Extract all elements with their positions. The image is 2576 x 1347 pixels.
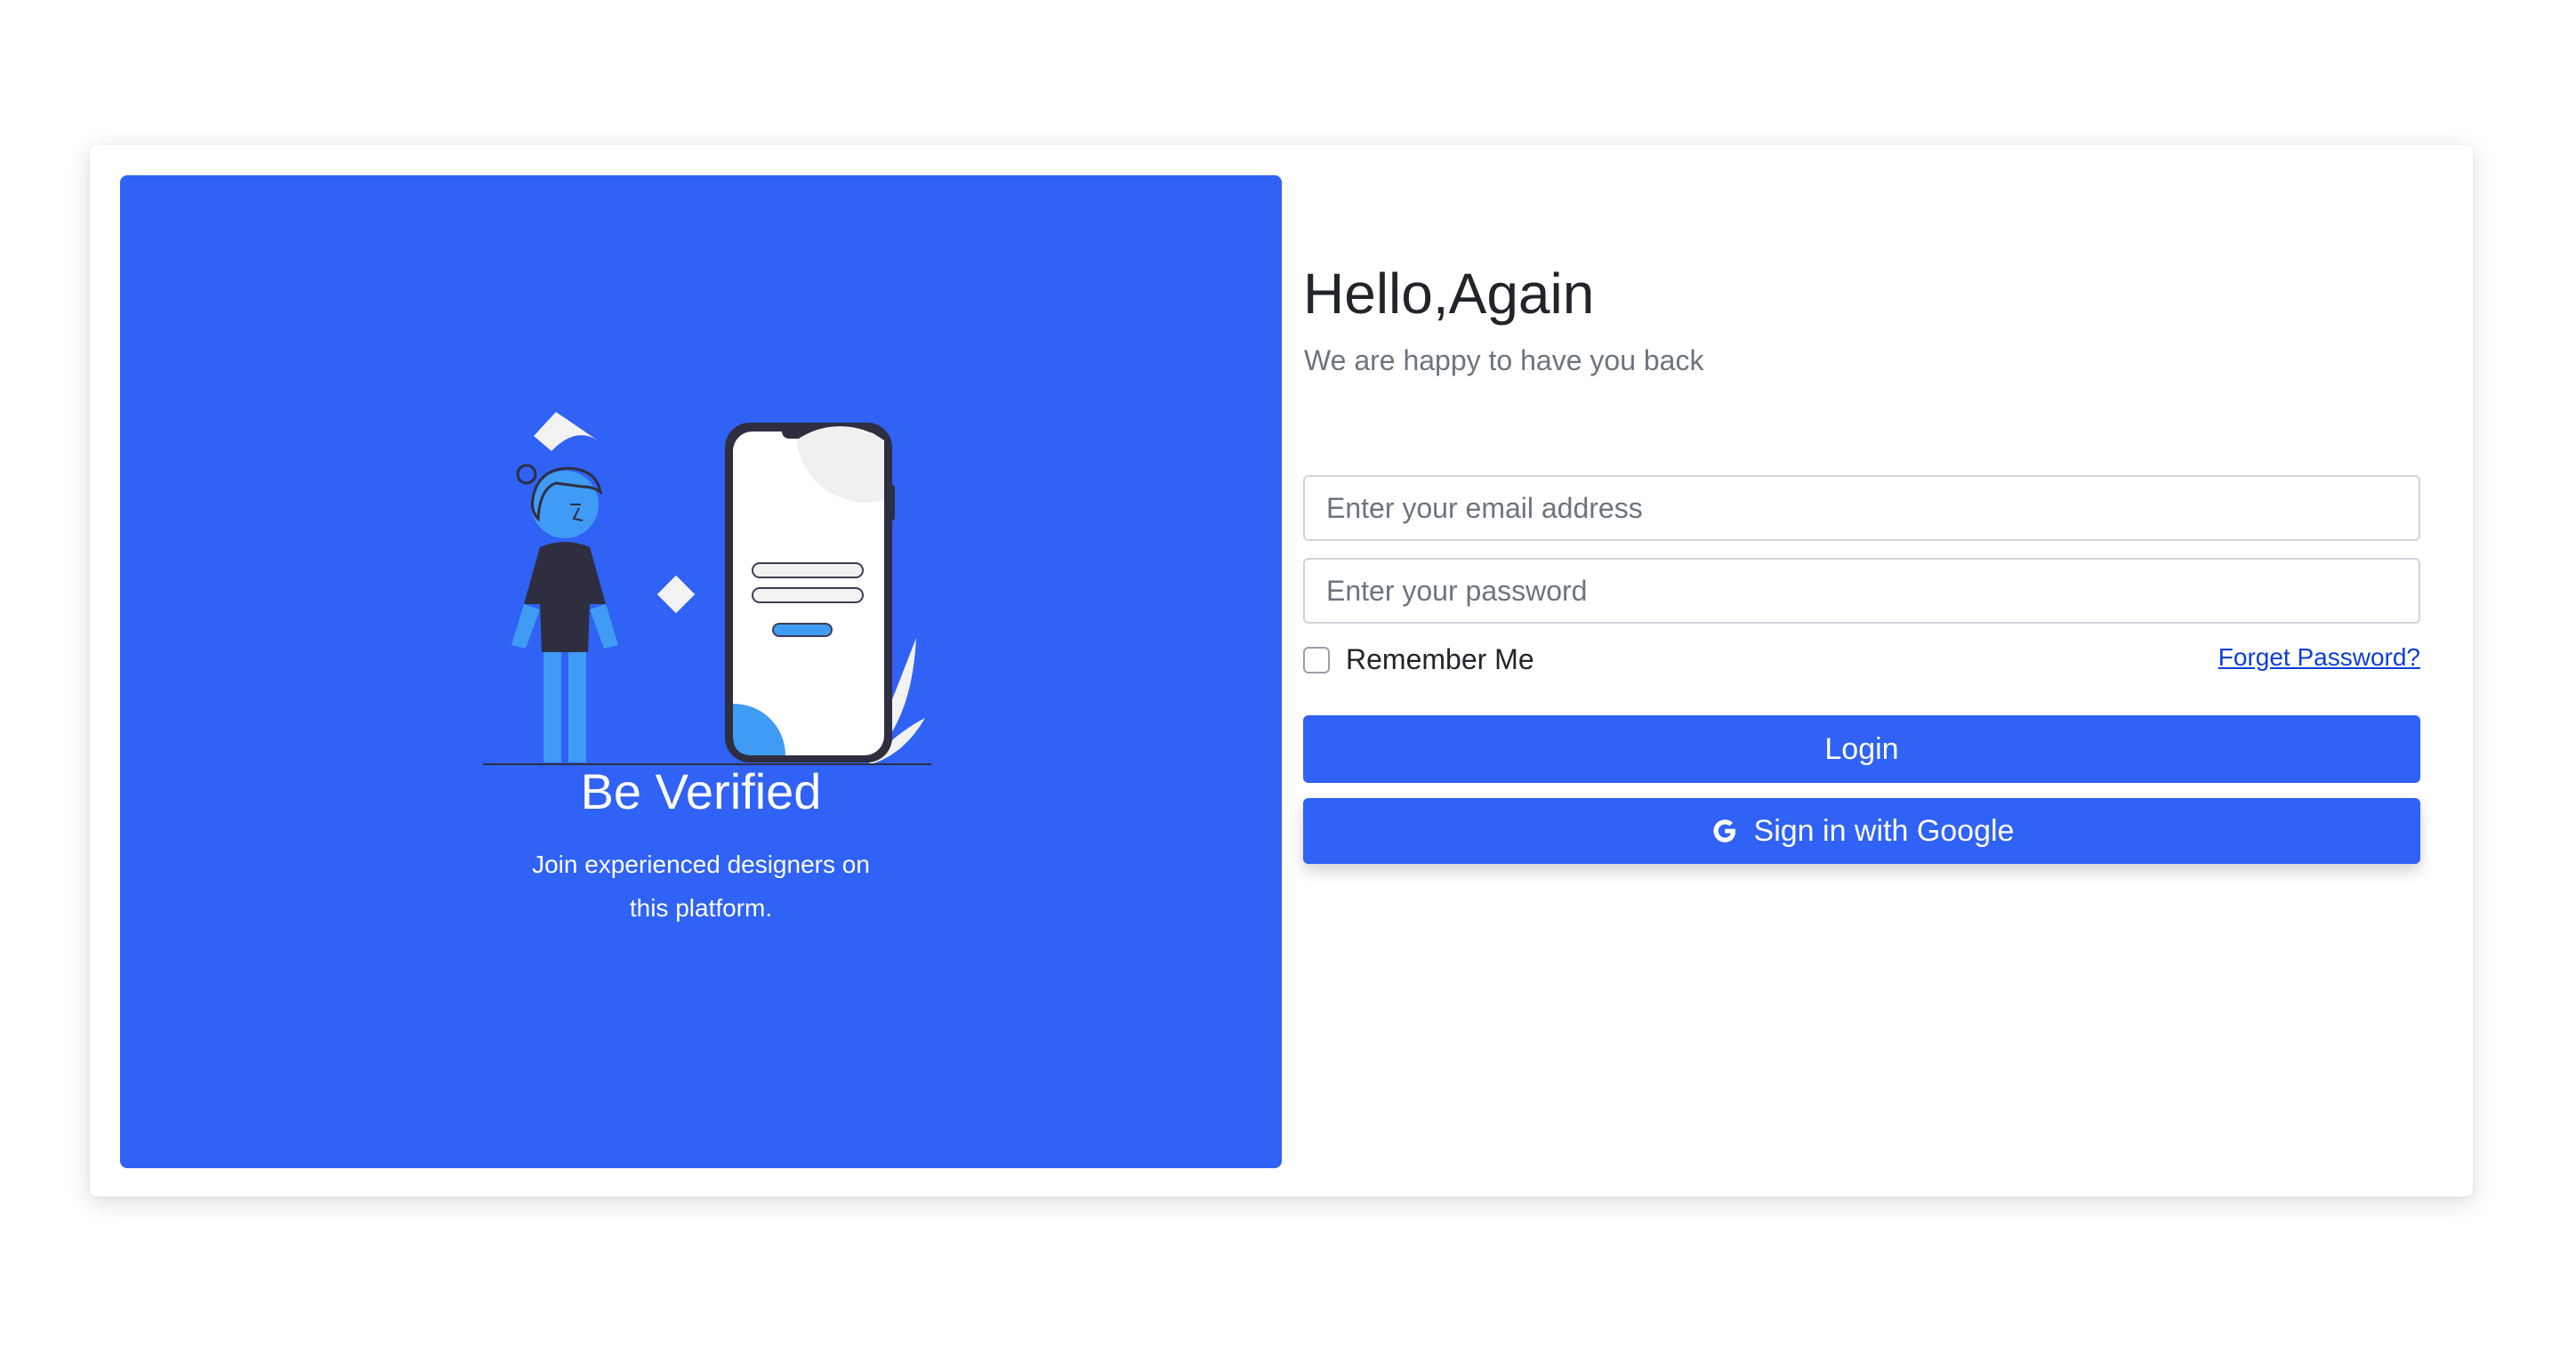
- login-card: Be Verified Join experienced designers o…: [90, 145, 2473, 1197]
- password-input[interactable]: [1303, 558, 2420, 624]
- login-form: Hello,Again We are happy to have you bac…: [1303, 175, 2422, 1168]
- promo-description: Join experienced designers on this platf…: [532, 851, 870, 922]
- promo-heading: Be Verified: [580, 763, 822, 819]
- form-title: Hello,Again: [1303, 262, 1595, 326]
- promo-panel: Be Verified Join experienced designers o…: [120, 175, 1282, 1168]
- google-signin-label: Sign in with Google: [1753, 813, 2015, 848]
- remember-row: Remember Me Forget Password?: [1303, 641, 2420, 681]
- google-signin-button[interactable]: Sign in with Google: [1303, 798, 2420, 864]
- login-button[interactable]: Login: [1303, 715, 2420, 783]
- remember-me-checkbox[interactable]: [1303, 647, 1330, 674]
- form-subtitle: We are happy to have you back: [1304, 344, 1704, 376]
- email-input[interactable]: [1303, 475, 2420, 541]
- forget-password-link[interactable]: Forget Password?: [2218, 643, 2420, 672]
- remember-me-label[interactable]: Remember Me: [1346, 643, 1534, 676]
- google-g-icon: [1713, 819, 1735, 843]
- verification-illustration: [483, 412, 931, 765]
- login-button-label: Login: [1824, 731, 1899, 766]
